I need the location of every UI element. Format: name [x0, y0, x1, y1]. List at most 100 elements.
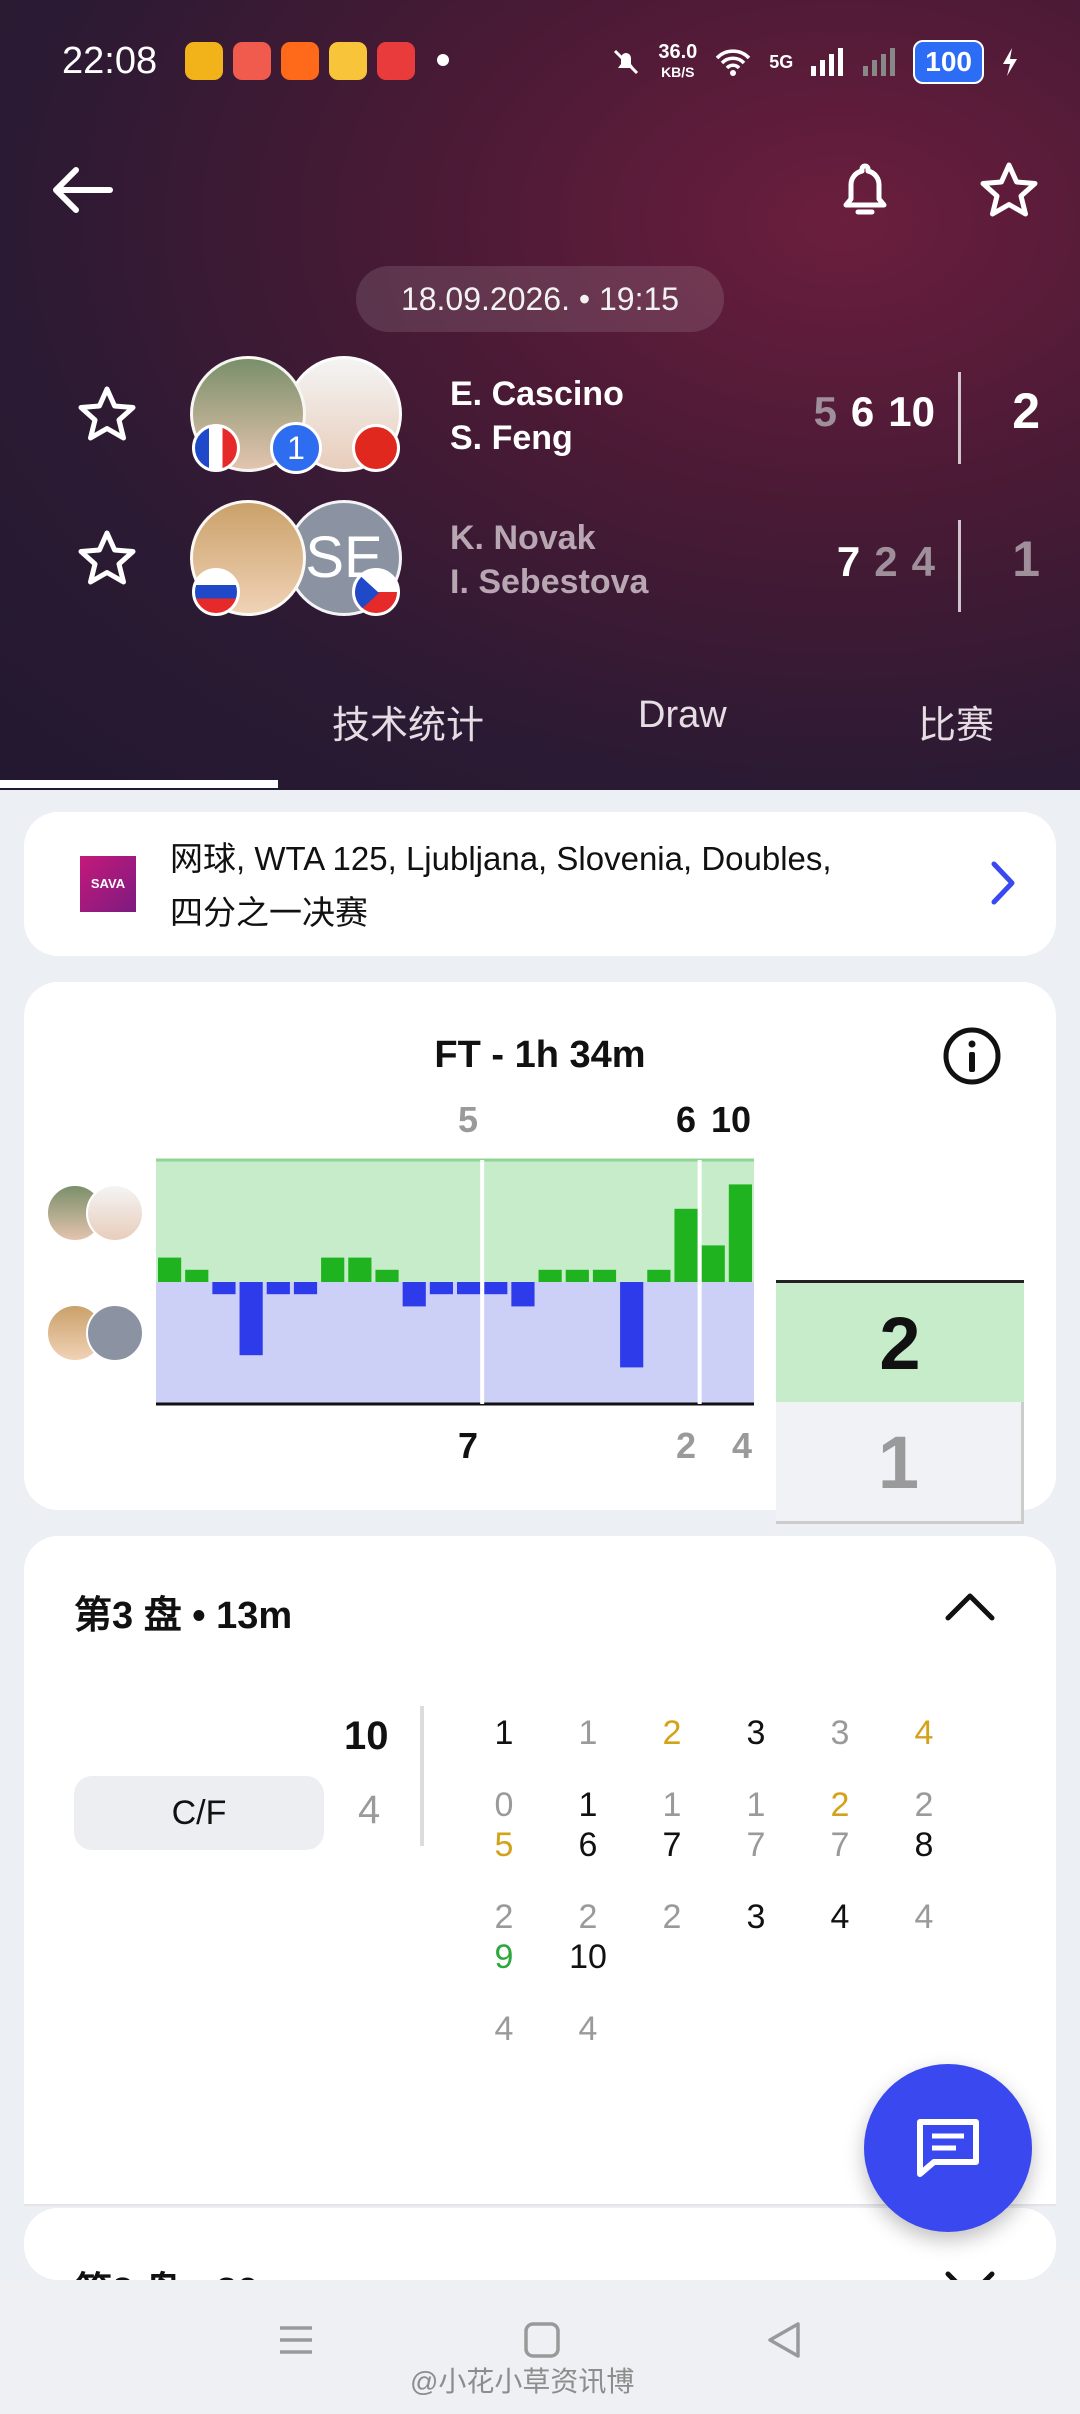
net-speed: 36.0 KB/S — [658, 42, 697, 82]
tiebreak-point-top: 3 — [746, 1714, 766, 1752]
tournament-logo: SAVA — [80, 856, 136, 912]
net-speed-unit: KB/S — [661, 64, 695, 80]
chevron-up-icon[interactable] — [942, 1586, 998, 1626]
net-speed-value: 36.0 — [658, 41, 698, 63]
tiebreak-point-bot: 4 — [578, 2010, 598, 2048]
shopping-app-icon — [329, 42, 367, 80]
team1-names: E. Cascino S. Feng — [450, 372, 624, 460]
czech-flag-icon — [352, 568, 400, 616]
team2-player1-name: K. Novak — [450, 519, 596, 557]
team2-sets-won: 1 — [1012, 531, 1040, 587]
tiebreak-point-bot: 4 — [914, 1898, 934, 1936]
wifi-icon — [715, 49, 751, 76]
tiebreak-point-top: 7 — [830, 1826, 850, 1864]
info-icon[interactable] — [942, 1026, 1002, 1086]
signal-label: 5G — [769, 51, 794, 72]
mute-icon — [614, 49, 639, 75]
charging-icon — [1003, 48, 1017, 76]
tiebreak-point-top: 8 — [914, 1826, 934, 1864]
seed-badge: 1 — [270, 422, 322, 474]
tiebreak-point-bot: 2 — [494, 1898, 514, 1936]
momentum-bar — [348, 1257, 372, 1282]
video-app-icon — [233, 42, 271, 80]
tiebreak-point-bot: 3 — [746, 1898, 766, 1936]
match-datetime: 18.09.2026. • 19:15 — [356, 266, 724, 332]
tiebreak-point-bot: 2 — [830, 1786, 850, 1824]
team2-favorite-star-icon[interactable] — [76, 528, 138, 588]
chevron-right-icon[interactable] — [988, 858, 1018, 908]
momentum-bar — [674, 1208, 698, 1282]
tiebreak-point-top: 3 — [830, 1714, 850, 1752]
watermark: @小花小草资讯博 — [410, 2366, 635, 2397]
momentum-bar — [647, 1269, 671, 1282]
tiebreak-point-top: 2 — [662, 1714, 682, 1752]
momentum-bar — [592, 1269, 617, 1282]
team2-row[interactable]: SE K. Novak I. Sebestova 7 2 4 1 — [0, 496, 1080, 626]
status-bar: 22:08 36.0 KB/S 5G 100 — [0, 0, 1080, 120]
tab-matches[interactable]: 比赛 — [918, 694, 994, 749]
momentum-bar — [429, 1282, 453, 1295]
team1-sets-won: 2 — [1012, 383, 1040, 439]
chevron-down-icon[interactable] — [942, 2266, 998, 2280]
tiebreak-point-bot: 0 — [494, 1786, 514, 1824]
tab-draw[interactable]: Draw — [638, 694, 727, 737]
momentum-bar — [511, 1282, 535, 1307]
tiebreak-point-bot: 1 — [578, 1786, 598, 1824]
competition-info: 网球, WTA 125, Ljubljana, Slovenia, Double… — [170, 832, 930, 940]
bell-icon[interactable] — [840, 160, 890, 220]
team2-names: K. Novak I. Sebestova — [450, 516, 648, 604]
system-nav-bar: @小花小草资讯博 — [0, 2280, 1080, 2414]
set-score-divider — [420, 1706, 424, 1846]
home-nav-icon[interactable] — [522, 2320, 562, 2360]
momentum-bar — [620, 1282, 644, 1368]
set3-score-team1: 10 — [344, 1714, 389, 1758]
team1-favorite-star-icon[interactable] — [76, 384, 138, 444]
set2-title: 第2 盘 • 30m — [74, 2260, 292, 2280]
momentum-bar — [402, 1282, 426, 1307]
tiebreak-point-top: 1 — [578, 1714, 598, 1752]
momentum-bar — [457, 1282, 481, 1295]
tiebreak-point-top: 7 — [662, 1826, 682, 1864]
sets-total-team2: 1 — [776, 1402, 1024, 1524]
team2-player2-name: I. Sebestova — [450, 563, 649, 601]
team2-set3-score: 4 — [911, 538, 935, 585]
more-notifications-dot — [437, 54, 449, 66]
tiebreak-point-top: 6 — [578, 1826, 598, 1864]
set-type-label: C/F — [74, 1776, 324, 1850]
status-right: 36.0 KB/S 5G 100 — [610, 40, 1020, 84]
tab-stats[interactable]: 技术统计 — [332, 694, 484, 749]
game-app-icon — [377, 42, 415, 80]
signal-2-icon — [863, 48, 896, 76]
tiebreak-point-bot: 4 — [494, 2010, 514, 2048]
team1-row[interactable]: 1 E. Cascino S. Feng 5 6 10 2 — [0, 352, 1080, 482]
set3-title: 第3 盘 • 13m — [74, 1595, 293, 1637]
tiebreak-point-top: 9 — [494, 1938, 514, 1976]
chat-button[interactable] — [864, 2064, 1032, 2232]
momentum-bar — [293, 1282, 318, 1295]
status-time: 22:08 — [62, 40, 158, 82]
top-label-set1: 5 — [458, 1102, 478, 1140]
momentum-bar — [158, 1257, 182, 1282]
tiebreak-point-top: 5 — [494, 1826, 514, 1864]
tiebreak-point-top: 7 — [746, 1826, 766, 1864]
chat-icon — [917, 2119, 979, 2177]
set2-card[interactable]: 第2 盘 • 30m — [24, 2208, 1056, 2280]
top-nav — [0, 150, 1080, 230]
back-nav-icon[interactable] — [764, 2320, 804, 2360]
team2-set2-score: 2 — [874, 538, 898, 585]
competition-card[interactable]: SAVA 网球, WTA 125, Ljubljana, Slovenia, D… — [24, 812, 1056, 956]
momentum-bar — [239, 1282, 263, 1356]
momentum-bar — [375, 1269, 399, 1282]
favorite-star-icon[interactable] — [978, 160, 1040, 220]
menu-nav-icon[interactable] — [276, 2320, 316, 2360]
bottom-label-set3: 4 — [732, 1425, 752, 1466]
momentum-bar — [212, 1282, 236, 1295]
france-flag-icon — [192, 424, 240, 472]
score-divider — [958, 520, 961, 612]
match-header: 22:08 36.0 KB/S 5G 100 18.09.2026. • 19:1… — [0, 0, 1080, 790]
momentum-bar — [321, 1257, 345, 1282]
momentum-bar — [266, 1282, 290, 1295]
team1-set-scores: 5 6 10 — [814, 388, 935, 436]
momentum-bar — [185, 1269, 209, 1282]
back-arrow-icon[interactable] — [50, 160, 116, 220]
